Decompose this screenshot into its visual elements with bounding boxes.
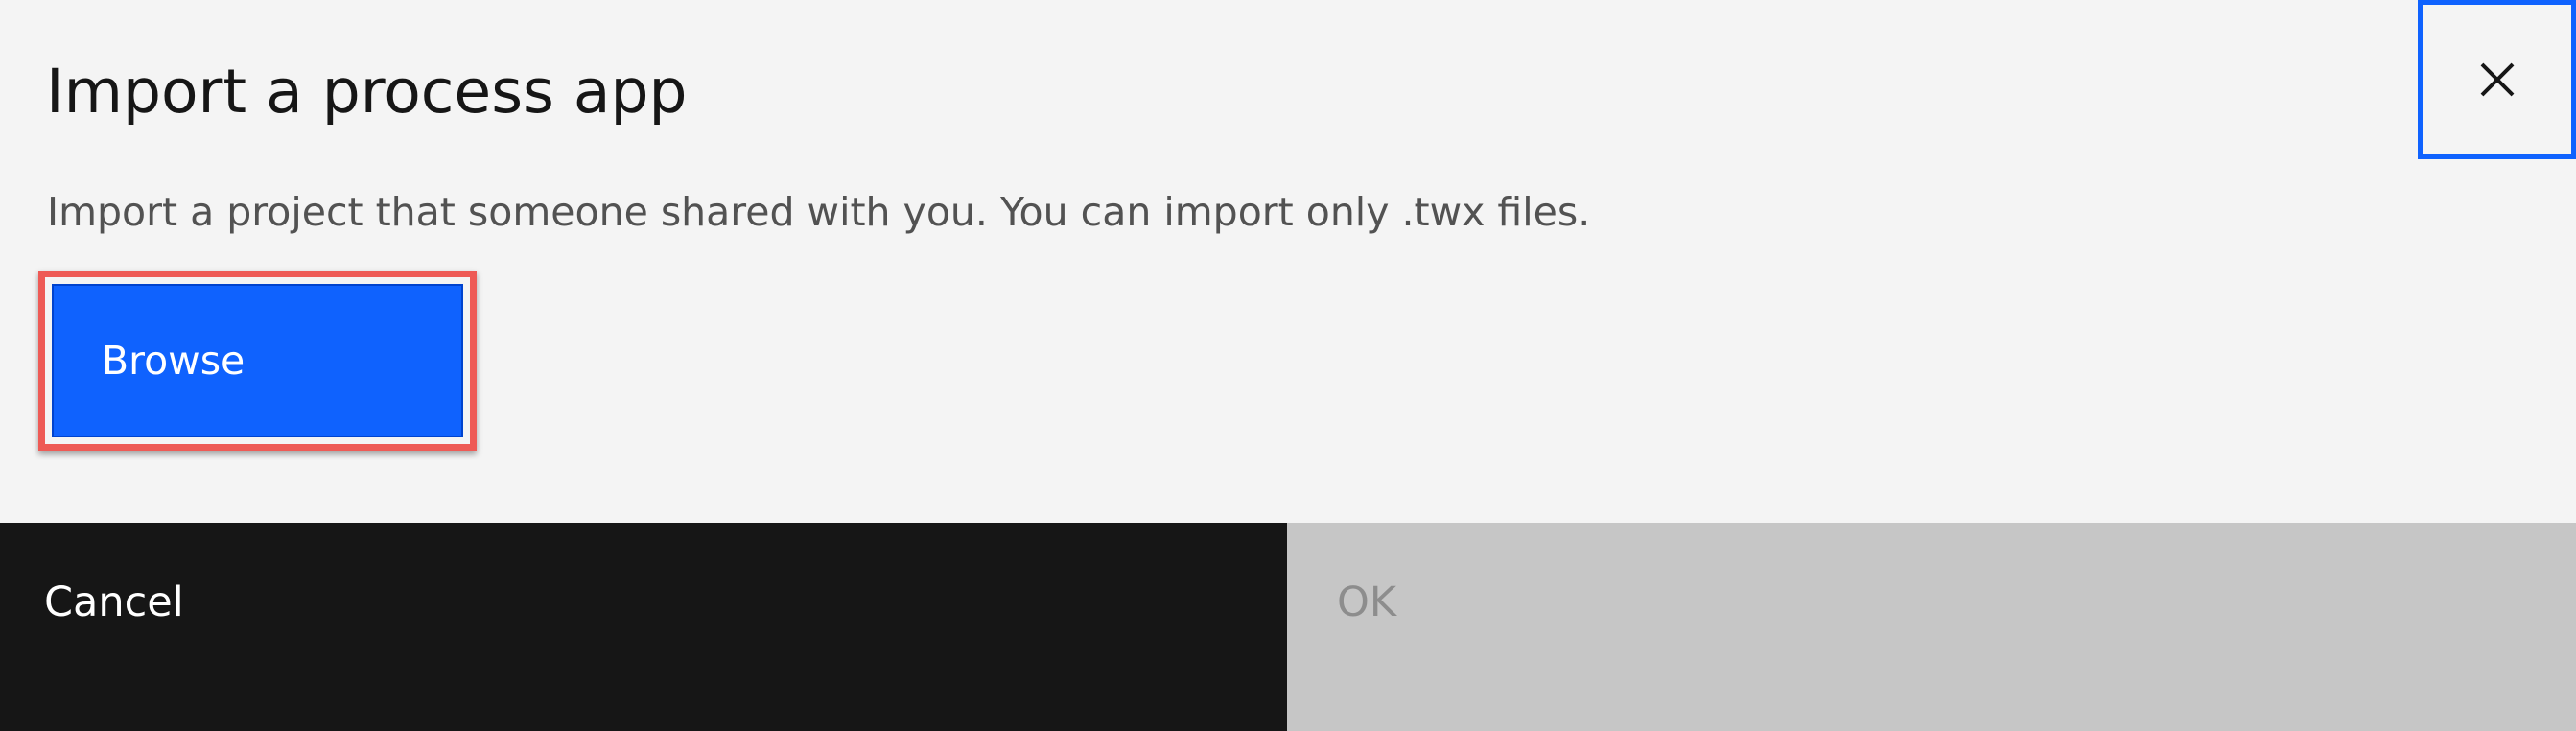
browse-button[interactable]: Browse [52, 284, 463, 437]
import-dialog: Import a process app Import a project th… [0, 0, 2576, 731]
close-button[interactable] [2418, 0, 2576, 159]
dialog-title: Import a process app [46, 57, 688, 127]
close-icon [2480, 62, 2514, 97]
dialog-description: Import a project that someone shared wit… [47, 189, 1591, 235]
browse-highlight: Browse [38, 271, 477, 451]
ok-button[interactable]: OK [1287, 523, 2576, 731]
dialog-footer: Cancel OK [0, 523, 2576, 731]
cancel-button[interactable]: Cancel [0, 523, 1287, 731]
